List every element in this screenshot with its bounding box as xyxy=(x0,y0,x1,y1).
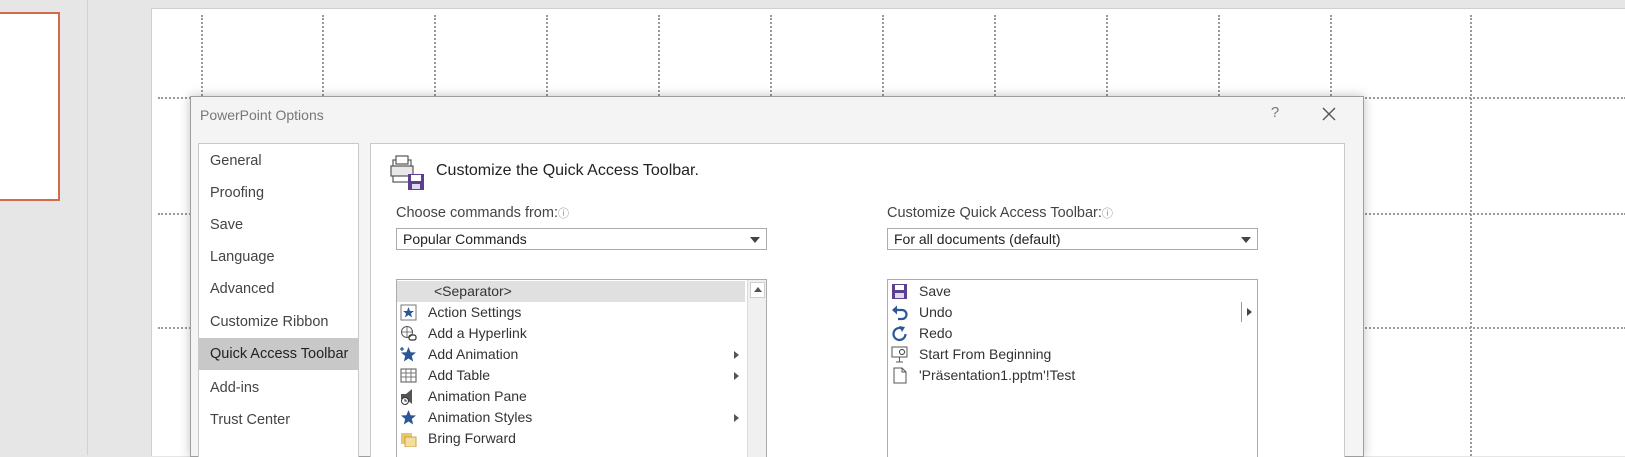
submenu-arrow-icon xyxy=(734,351,739,359)
list-item-label: Redo xyxy=(919,325,953,341)
dialog-title: PowerPoint Options xyxy=(200,107,324,123)
list-item-add-hyperlink[interactable]: Add a Hyperlink xyxy=(397,323,745,344)
toolbar-commands-list[interactable]: Save Undo Redo Start From Beginning 'Prä… xyxy=(887,279,1258,457)
list-item-bring-forward[interactable]: Bring Forward xyxy=(397,428,745,449)
nav-item-save[interactable]: Save xyxy=(199,209,358,241)
list-item-add-table[interactable]: Add Table xyxy=(397,365,745,386)
list-item-redo[interactable]: Redo xyxy=(888,323,1238,344)
macro-document-icon xyxy=(893,367,907,384)
slideshow-icon xyxy=(891,346,908,363)
list-item-label: Undo xyxy=(919,304,953,320)
bring-forward-icon xyxy=(401,433,417,447)
list-item-separator[interactable]: <Separator> xyxy=(397,281,745,302)
submenu-arrow-icon xyxy=(734,372,739,380)
close-button[interactable] xyxy=(1317,102,1341,126)
info-icon: ⓘ xyxy=(1101,208,1113,220)
nav-item-general[interactable]: General xyxy=(199,145,358,177)
submenu-arrow-icon xyxy=(734,414,739,422)
hyperlink-icon xyxy=(401,326,417,341)
animation-styles-icon xyxy=(401,410,416,425)
save-icon xyxy=(892,284,907,299)
customize-qat-label: Customize Quick Access Toolbar:ⓘ xyxy=(887,205,1113,221)
list-item-save[interactable]: Save xyxy=(888,281,1238,302)
pane-divider xyxy=(87,0,88,455)
nav-item-language[interactable]: Language xyxy=(199,241,358,273)
list-item-macro[interactable]: 'Präsentation1.pptm'!Test xyxy=(888,365,1238,386)
list-item-label: Add a Hyperlink xyxy=(428,325,527,341)
undo-icon xyxy=(892,305,908,321)
list-item-animation-styles[interactable]: Animation Styles xyxy=(397,407,745,428)
list-item-label: Add Table xyxy=(428,367,491,383)
list-item-label: Animation Styles xyxy=(428,409,533,425)
commands-list[interactable]: <Separator> Action Settings Add a Hyperl… xyxy=(396,279,767,457)
nav-item-advanced[interactable]: Advanced xyxy=(199,273,358,305)
table-icon xyxy=(400,368,417,383)
animation-pane-icon xyxy=(401,389,412,405)
choose-commands-dropdown[interactable]: Popular Commands xyxy=(396,228,767,250)
qat-settings-panel: Customize the Quick Access Toolbar. Choo… xyxy=(370,143,1345,457)
nav-item-quick-access-toolbar[interactable]: Quick Access Toolbar xyxy=(199,338,358,370)
list-item-label: <Separator> xyxy=(434,283,512,299)
list-divider xyxy=(1241,302,1242,322)
list-item-start-from-beginning[interactable]: Start From Beginning xyxy=(888,344,1238,365)
redo-icon xyxy=(892,326,907,342)
slide-thumbnail[interactable] xyxy=(0,12,60,201)
guide-line xyxy=(1470,15,1472,456)
choose-commands-value: Popular Commands xyxy=(403,231,527,247)
quick-access-toolbar-icon xyxy=(390,155,424,190)
options-nav: General Proofing Save Language Advanced … xyxy=(198,143,359,457)
list-item-label: Save xyxy=(919,283,951,299)
slide-thumbnail-pane xyxy=(0,0,87,455)
dropdown-arrow-icon xyxy=(1241,237,1251,243)
scroll-up-button[interactable] xyxy=(750,282,765,298)
add-animation-icon xyxy=(400,347,416,362)
info-icon: ⓘ xyxy=(557,208,569,220)
choose-commands-label: Choose commands from:ⓘ xyxy=(396,205,569,221)
dropdown-arrow-icon xyxy=(750,237,760,243)
list-item-label: Add Animation xyxy=(428,346,519,362)
list-item-label: 'Präsentation1.pptm'!Test xyxy=(919,367,1076,383)
list-item-label: Animation Pane xyxy=(428,388,527,404)
commands-list-scrollbar[interactable] xyxy=(747,280,766,457)
action-settings-icon xyxy=(400,304,417,321)
nav-item-customize-ribbon[interactable]: Customize Ribbon xyxy=(199,306,358,338)
customize-qat-dropdown[interactable]: For all documents (default) xyxy=(887,228,1258,250)
close-icon xyxy=(1322,107,1336,121)
list-item-label: Start From Beginning xyxy=(919,346,1052,362)
list-item-undo[interactable]: Undo xyxy=(888,302,1238,323)
list-item-label: Action Settings xyxy=(428,304,522,320)
nav-item-trust-center[interactable]: Trust Center xyxy=(199,404,358,436)
list-item-add-animation[interactable]: Add Animation xyxy=(397,344,745,365)
customize-qat-value: For all documents (default) xyxy=(894,231,1061,247)
list-item-animation-pane[interactable]: Animation Pane xyxy=(397,386,745,407)
expand-arrow-icon[interactable] xyxy=(1247,308,1252,316)
list-item-action-settings[interactable]: Action Settings xyxy=(397,302,745,323)
powerpoint-options-dialog: PowerPoint Options ? General Proofing Sa… xyxy=(190,96,1364,457)
nav-item-proofing[interactable]: Proofing xyxy=(199,177,358,209)
section-heading: Customize the Quick Access Toolbar. xyxy=(436,162,699,179)
help-button[interactable]: ? xyxy=(1265,102,1285,124)
list-item-label: Bring Forward xyxy=(428,430,516,446)
nav-item-add-ins[interactable]: Add-ins xyxy=(199,372,358,404)
